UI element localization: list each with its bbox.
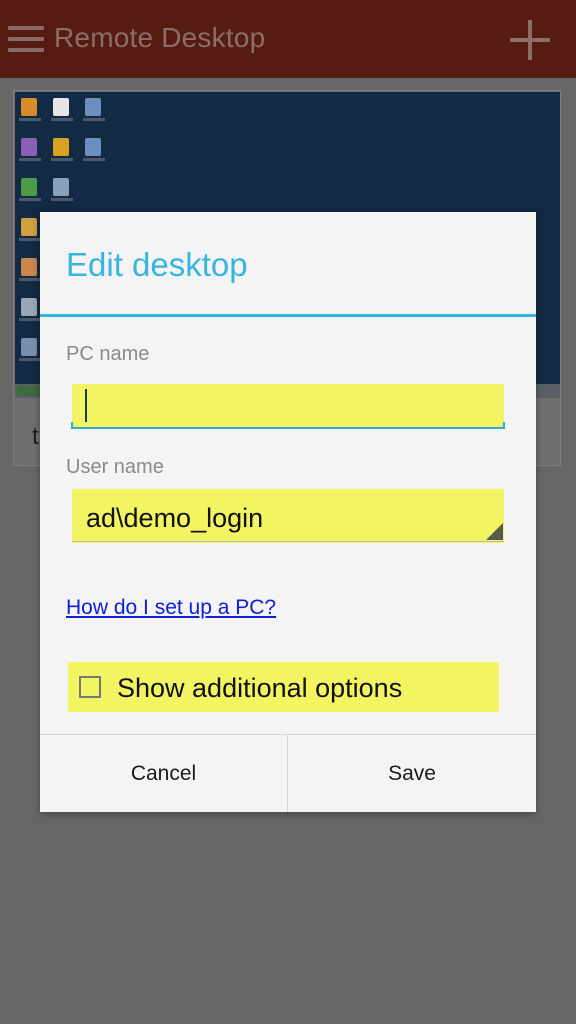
- text-cursor: [85, 389, 87, 422]
- edit-desktop-dialog: Edit desktop PC name User name How do I …: [40, 212, 536, 812]
- hamburger-menu-icon[interactable]: [8, 24, 44, 54]
- setup-help-link[interactable]: How do I set up a PC?: [66, 596, 276, 620]
- dropdown-corner-icon[interactable]: [486, 523, 503, 540]
- user-name-label: User name: [66, 456, 164, 478]
- show-additional-options-row[interactable]: Show additional options: [68, 662, 499, 712]
- title-divider: [40, 314, 536, 317]
- additional-options-label: Show additional options: [117, 673, 403, 703]
- pc-name-label: PC name: [66, 343, 150, 365]
- app-bar: Remote Desktop: [0, 0, 576, 78]
- cancel-button[interactable]: Cancel: [40, 735, 287, 812]
- save-button[interactable]: Save: [288, 735, 536, 812]
- desktop-tile-label: t: [32, 423, 39, 450]
- pc-name-underline: [71, 422, 505, 429]
- user-name-underline: [72, 541, 504, 542]
- additional-options-checkbox[interactable]: [79, 676, 101, 698]
- user-name-input[interactable]: [72, 489, 504, 543]
- dialog-title: Edit desktop: [66, 246, 248, 283]
- pc-name-input[interactable]: [72, 384, 504, 428]
- plus-icon[interactable]: [510, 20, 550, 60]
- app-title: Remote Desktop: [54, 22, 266, 53]
